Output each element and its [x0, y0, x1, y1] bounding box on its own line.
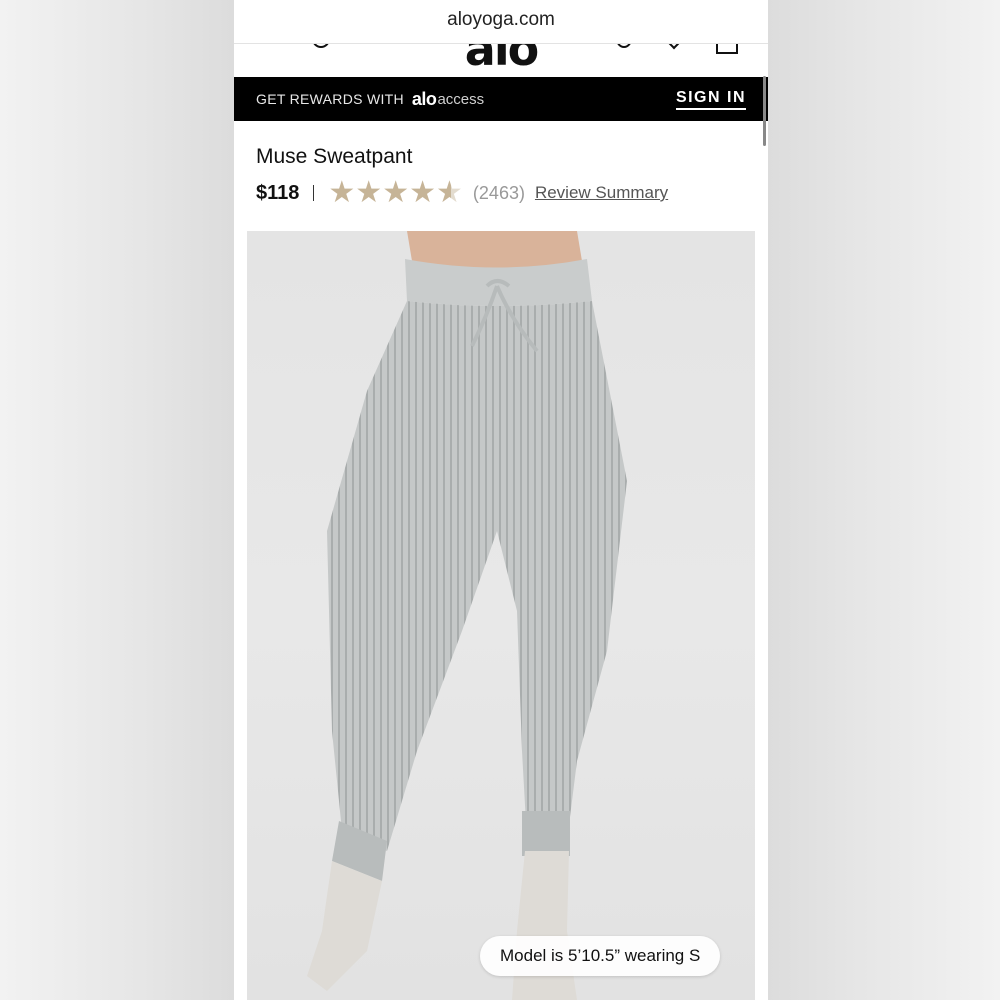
rewards-brand-alo: alo [411, 88, 437, 109]
left-backdrop [0, 0, 234, 1000]
half-star-icon: ★ [436, 176, 463, 209]
sign-in-link[interactable]: SIGN IN [675, 89, 746, 110]
rewards-text: GET REWARDS WITH [256, 91, 404, 107]
review-count[interactable]: (2463) [473, 183, 525, 204]
url-bar[interactable]: aloyoga.com [234, 0, 768, 44]
rewards-banner: GET REWARDS WITH alo access SIGN IN [234, 77, 768, 121]
right-sock [512, 851, 577, 1000]
star-icon: ★ [355, 176, 383, 209]
phone-screen: aloyoga.com alo GET REWARDS WITH alo acc… [234, 0, 768, 1000]
model-info-badge: Model is 5’10.5” wearing S [480, 936, 721, 976]
product-image[interactable]: Model is 5’10.5” wearing S [247, 231, 755, 1000]
left-sock [307, 861, 382, 991]
wishlist-icon[interactable] [662, 44, 686, 50]
price-rating-row: $118 ★ ★ ★ ★ ★ (2463) Review Summary [256, 177, 668, 209]
divider [313, 185, 315, 201]
site-header: alo [234, 44, 768, 76]
star-icon: ★ [409, 176, 437, 209]
rewards-brand-access: access [437, 90, 485, 108]
right-backdrop [766, 0, 1000, 1000]
search-icon[interactable] [312, 44, 330, 48]
right-cuff [522, 811, 570, 856]
url-text: aloyoga.com [447, 8, 555, 30]
model-illustration [307, 231, 627, 1000]
star-icon: ★ [328, 176, 356, 209]
star-icon: ★ [382, 176, 410, 209]
account-icon[interactable] [616, 44, 632, 48]
review-summary-link[interactable]: Review Summary [535, 183, 668, 203]
product-price: $118 [256, 181, 300, 204]
pant-legs [327, 301, 627, 851]
rating-stars[interactable]: ★ ★ ★ ★ ★ [328, 178, 463, 208]
product-title: Muse Sweatpant [256, 145, 413, 168]
site-logo[interactable]: alo [465, 44, 539, 76]
torso [407, 231, 582, 269]
bag-icon[interactable] [716, 44, 738, 54]
scrollbar-thumb[interactable] [763, 76, 766, 146]
